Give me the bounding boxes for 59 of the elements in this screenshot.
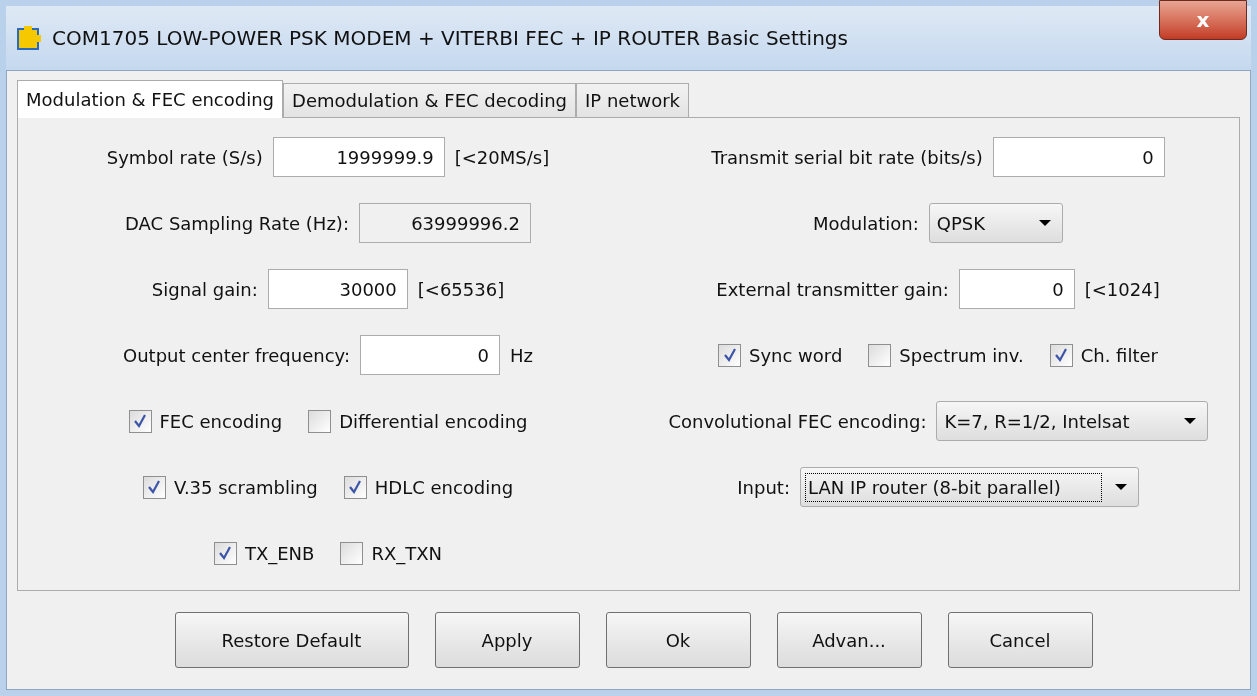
check-icon bbox=[1054, 348, 1069, 362]
checkbox-label: V.35 scrambling bbox=[173, 475, 318, 500]
checkbox[interactable] bbox=[340, 541, 364, 565]
checkbox-label: HDLC encoding bbox=[374, 475, 514, 500]
tab[interactable]: Modulation & FEC encoding bbox=[17, 80, 284, 118]
field-hint: [<65536] bbox=[417, 277, 505, 302]
field-hint: [<20MS/s] bbox=[454, 145, 550, 170]
field-hint: Hz bbox=[509, 343, 533, 368]
input-field[interactable]: 63999996.2 bbox=[358, 203, 531, 243]
checkbox[interactable] bbox=[343, 475, 367, 499]
checkbox[interactable] bbox=[868, 343, 892, 367]
dialog-button[interactable]: Advan... bbox=[776, 612, 922, 668]
checkbox-label: TX_ENB bbox=[244, 541, 315, 567]
input-field[interactable]: 0 bbox=[992, 137, 1165, 177]
dropdown[interactable]: QPSK bbox=[928, 203, 1064, 243]
field-label: Symbol rate (S/s) bbox=[106, 145, 263, 170]
field-label: Input: bbox=[737, 475, 790, 500]
checkbox-label: Sync word bbox=[749, 343, 843, 368]
dropdown[interactable]: K=7, R=1/2, Intelsat bbox=[936, 401, 1208, 441]
input-field[interactable]: 0 bbox=[958, 269, 1075, 309]
input-field[interactable]: 30000 bbox=[267, 269, 408, 309]
checkbox-label: Differential encoding bbox=[339, 409, 528, 434]
window-title: COM1705 LOW-POWER PSK MODEM + VITERBI FEC + IP ROUTER Basic Settings bbox=[52, 25, 848, 52]
field-label: Signal gain: bbox=[151, 277, 258, 302]
field-hint: [<1024] bbox=[1084, 277, 1160, 302]
field-label: Modulation: bbox=[812, 211, 919, 236]
input-field[interactable]: 1999999.9 bbox=[272, 137, 445, 177]
field-label: Output center frequency: bbox=[123, 343, 350, 368]
checkbox-label: Spectrum inv. bbox=[899, 343, 1024, 368]
checkbox[interactable] bbox=[142, 475, 166, 499]
input-field[interactable]: 0 bbox=[359, 335, 500, 375]
checkbox-label: RX_TXN bbox=[371, 541, 443, 567]
check-icon bbox=[218, 546, 233, 560]
checkbox-label: Ch. filter bbox=[1080, 343, 1158, 368]
checkbox[interactable] bbox=[128, 409, 152, 433]
field-label: DAC Sampling Rate (Hz): bbox=[125, 211, 349, 236]
check-icon bbox=[722, 348, 737, 362]
tab[interactable]: IP network bbox=[576, 83, 690, 117]
field-label: Convolutional FEC encoding: bbox=[668, 409, 927, 434]
caret-icon bbox=[1038, 219, 1053, 227]
dialog-button[interactable]: Ok bbox=[605, 612, 751, 668]
checkbox-label: FEC encoding bbox=[159, 409, 283, 434]
checkbox[interactable] bbox=[308, 409, 332, 433]
checkbox[interactable] bbox=[1049, 343, 1073, 367]
puzzle-icon bbox=[16, 25, 42, 51]
check-icon bbox=[147, 480, 162, 494]
check-icon bbox=[348, 480, 363, 494]
dropdown[interactable]: LAN IP router (8-bit parallel) bbox=[800, 467, 1139, 507]
dialog-button[interactable]: Apply bbox=[434, 612, 580, 668]
caret-icon bbox=[1113, 483, 1128, 491]
dialog-button[interactable]: Cancel bbox=[947, 612, 1093, 668]
checkbox[interactable] bbox=[718, 343, 741, 367]
checkbox[interactable] bbox=[213, 541, 237, 565]
dialog-button[interactable]: Restore Default bbox=[174, 612, 409, 668]
field-label: External transmitter gain: bbox=[716, 277, 949, 302]
field-label: Transmit serial bit rate (bits/s) bbox=[711, 145, 983, 170]
check-icon bbox=[133, 414, 147, 428]
tab[interactable]: Demodulation & FEC decoding bbox=[283, 83, 577, 117]
caret-icon bbox=[1182, 417, 1197, 425]
